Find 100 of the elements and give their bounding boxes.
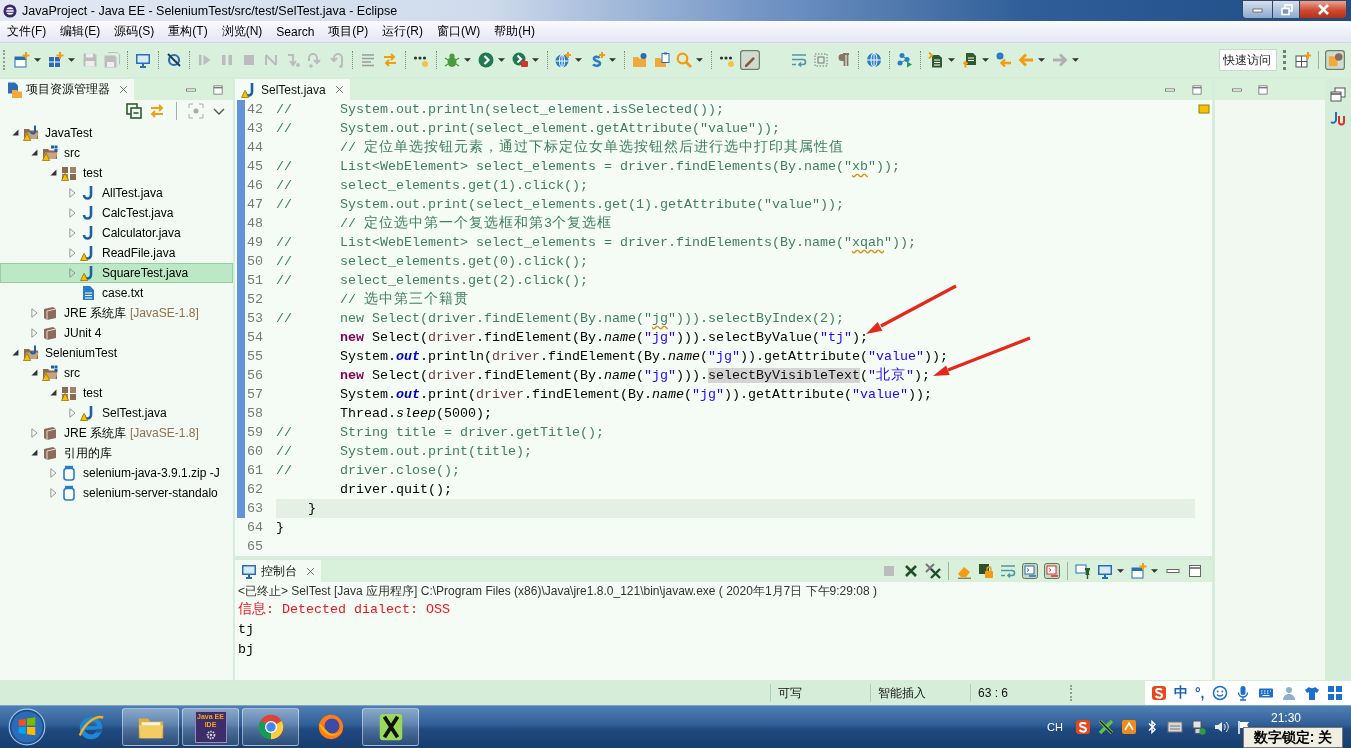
menu-item[interactable]: 重构(T) (161, 21, 215, 42)
ime-toggle[interactable]: °, (1195, 684, 1205, 701)
slashed-circle-icon[interactable] (166, 52, 182, 68)
caret-icon[interactable] (696, 58, 703, 62)
tree-item[interactable]: JUnit 4 (0, 323, 233, 343)
close-icon[interactable] (306, 566, 315, 576)
new-window-icon[interactable] (14, 52, 30, 68)
language-indicator[interactable]: CH (1047, 721, 1063, 733)
minimize-button[interactable] (1242, 0, 1272, 19)
collapse-all-icon[interactable] (126, 103, 142, 119)
tree-item[interactable]: SquareTest.java (0, 263, 233, 283)
monitor-icon[interactable] (135, 52, 151, 68)
tree-item[interactable]: JRE 系统库 [JavaSE-1.8] (0, 423, 233, 443)
monitor-icon[interactable] (1097, 563, 1113, 579)
tree-item[interactable]: SelTest.java (0, 403, 233, 423)
caret-icon[interactable] (575, 58, 582, 62)
console-out-icon[interactable] (1022, 563, 1038, 579)
tree-item[interactable]: AllTest.java (0, 183, 233, 203)
tree-item[interactable]: SeleniumTest (0, 343, 233, 363)
view-tab[interactable]: 项目资源管理器 (0, 79, 134, 100)
network-icon[interactable] (1189, 719, 1206, 735)
s-logo-icon[interactable] (1074, 719, 1091, 735)
maximize-icon[interactable] (1187, 563, 1203, 579)
taskbar-button[interactable] (362, 708, 419, 746)
quick-access-field[interactable]: 快速访问 (1219, 49, 1277, 71)
ime-toggle[interactable]: 中 (1174, 683, 1188, 702)
taskbar-button[interactable] (242, 708, 299, 746)
double-cross-icon[interactable] (925, 563, 941, 579)
ju-icon[interactable] (1330, 111, 1346, 127)
tree-item[interactable]: 引用的库 (0, 443, 233, 463)
tree-item[interactable]: JavaTest (0, 123, 233, 143)
caret-icon[interactable] (34, 58, 41, 62)
tree-item[interactable]: src (0, 143, 233, 163)
restore-button[interactable] (1272, 0, 1300, 19)
pilcrow-icon[interactable] (835, 52, 851, 68)
smiley-icon[interactable] (1211, 684, 1228, 701)
caret-icon[interactable] (532, 58, 539, 62)
cross-logo-icon[interactable] (1097, 719, 1114, 735)
tree-item[interactable]: case.txt (0, 283, 233, 303)
restore-icon[interactable] (1330, 87, 1346, 103)
speaker-icon[interactable] (1212, 719, 1229, 735)
tree-item[interactable]: test (0, 163, 233, 183)
close-icon[interactable] (334, 85, 344, 94)
globe-icon[interactable] (866, 52, 882, 68)
new-window-icon[interactable] (1131, 563, 1147, 579)
start-orb-icon[interactable] (8, 708, 46, 746)
console-error-icon[interactable] (1044, 563, 1060, 579)
menu-item[interactable]: 项目(P) (321, 21, 376, 42)
caret-icon[interactable] (948, 58, 955, 62)
run-icon[interactable] (478, 52, 494, 68)
dot-arrow-icon[interactable] (996, 52, 1012, 68)
clock[interactable]: 21:30 (1270, 711, 1301, 725)
maximize-icon[interactable] (1257, 83, 1269, 96)
taskbar-button[interactable] (122, 708, 179, 746)
editor-tab[interactable]: SelTest.java (235, 79, 350, 100)
tree-item[interactable]: CalcTest.java (0, 203, 233, 223)
menu-item[interactable]: 源码(S) (107, 21, 162, 42)
close-button[interactable] (1300, 0, 1347, 19)
s-logo-icon[interactable] (1151, 684, 1167, 701)
new-grid-icon[interactable] (48, 52, 64, 68)
caret-icon[interactable] (68, 58, 75, 62)
caret-icon[interactable] (1038, 58, 1045, 62)
menu-item[interactable]: 文件(F) (0, 21, 54, 42)
menu-item[interactable]: 运行(R) (375, 21, 431, 42)
caret-icon[interactable] (498, 58, 505, 62)
folder-icon[interactable] (632, 52, 648, 68)
tree-item[interactable]: selenium-java-3.9.1.zip -J (0, 463, 233, 483)
tree-item[interactable]: ReadFile.java (0, 243, 233, 263)
tree-item[interactable]: JRE 系统库 [JavaSE-1.8] (0, 303, 233, 323)
new-perspective-icon[interactable] (1295, 52, 1311, 68)
menu-item[interactable]: Search (269, 21, 322, 42)
tree-item[interactable]: selenium-server-standalo (0, 483, 233, 503)
globe-plus-icon[interactable] (555, 52, 571, 68)
caret-icon[interactable] (609, 58, 616, 62)
tile-icon[interactable] (1120, 719, 1137, 735)
menu-item[interactable]: 帮助(H) (487, 21, 543, 42)
menu-item[interactable]: 编辑(E) (53, 21, 108, 42)
close-icon[interactable] (119, 85, 128, 94)
console-tab[interactable]: 控制台 (235, 560, 321, 582)
maximize-icon[interactable] (1191, 83, 1203, 96)
menu-item[interactable]: 窗口(W) (430, 21, 488, 42)
menu-item[interactable]: 浏览(N) (214, 21, 270, 42)
pen-icon[interactable] (740, 50, 760, 70)
document-arrow-icon[interactable] (928, 52, 944, 68)
shirt-icon[interactable] (1303, 684, 1320, 701)
lock-icon[interactable] (978, 563, 994, 579)
cross-icon[interactable] (903, 563, 919, 579)
wrap-icon[interactable] (791, 52, 807, 68)
maximize-icon[interactable] (212, 83, 224, 96)
perspective-icon[interactable] (1325, 50, 1345, 70)
wrap-icon[interactable] (1000, 563, 1016, 579)
flag-icon[interactable] (1235, 719, 1252, 735)
caret-icon[interactable] (1072, 58, 1079, 62)
tree-item[interactable]: src (0, 363, 233, 383)
document-icon[interactable] (962, 52, 978, 68)
tree-item[interactable]: test (0, 383, 233, 403)
run-badge-icon[interactable] (512, 52, 528, 68)
tree-item[interactable]: Calculator.java (0, 223, 233, 243)
nodes-icon[interactable] (897, 52, 913, 68)
pin-icon[interactable] (1075, 563, 1091, 579)
